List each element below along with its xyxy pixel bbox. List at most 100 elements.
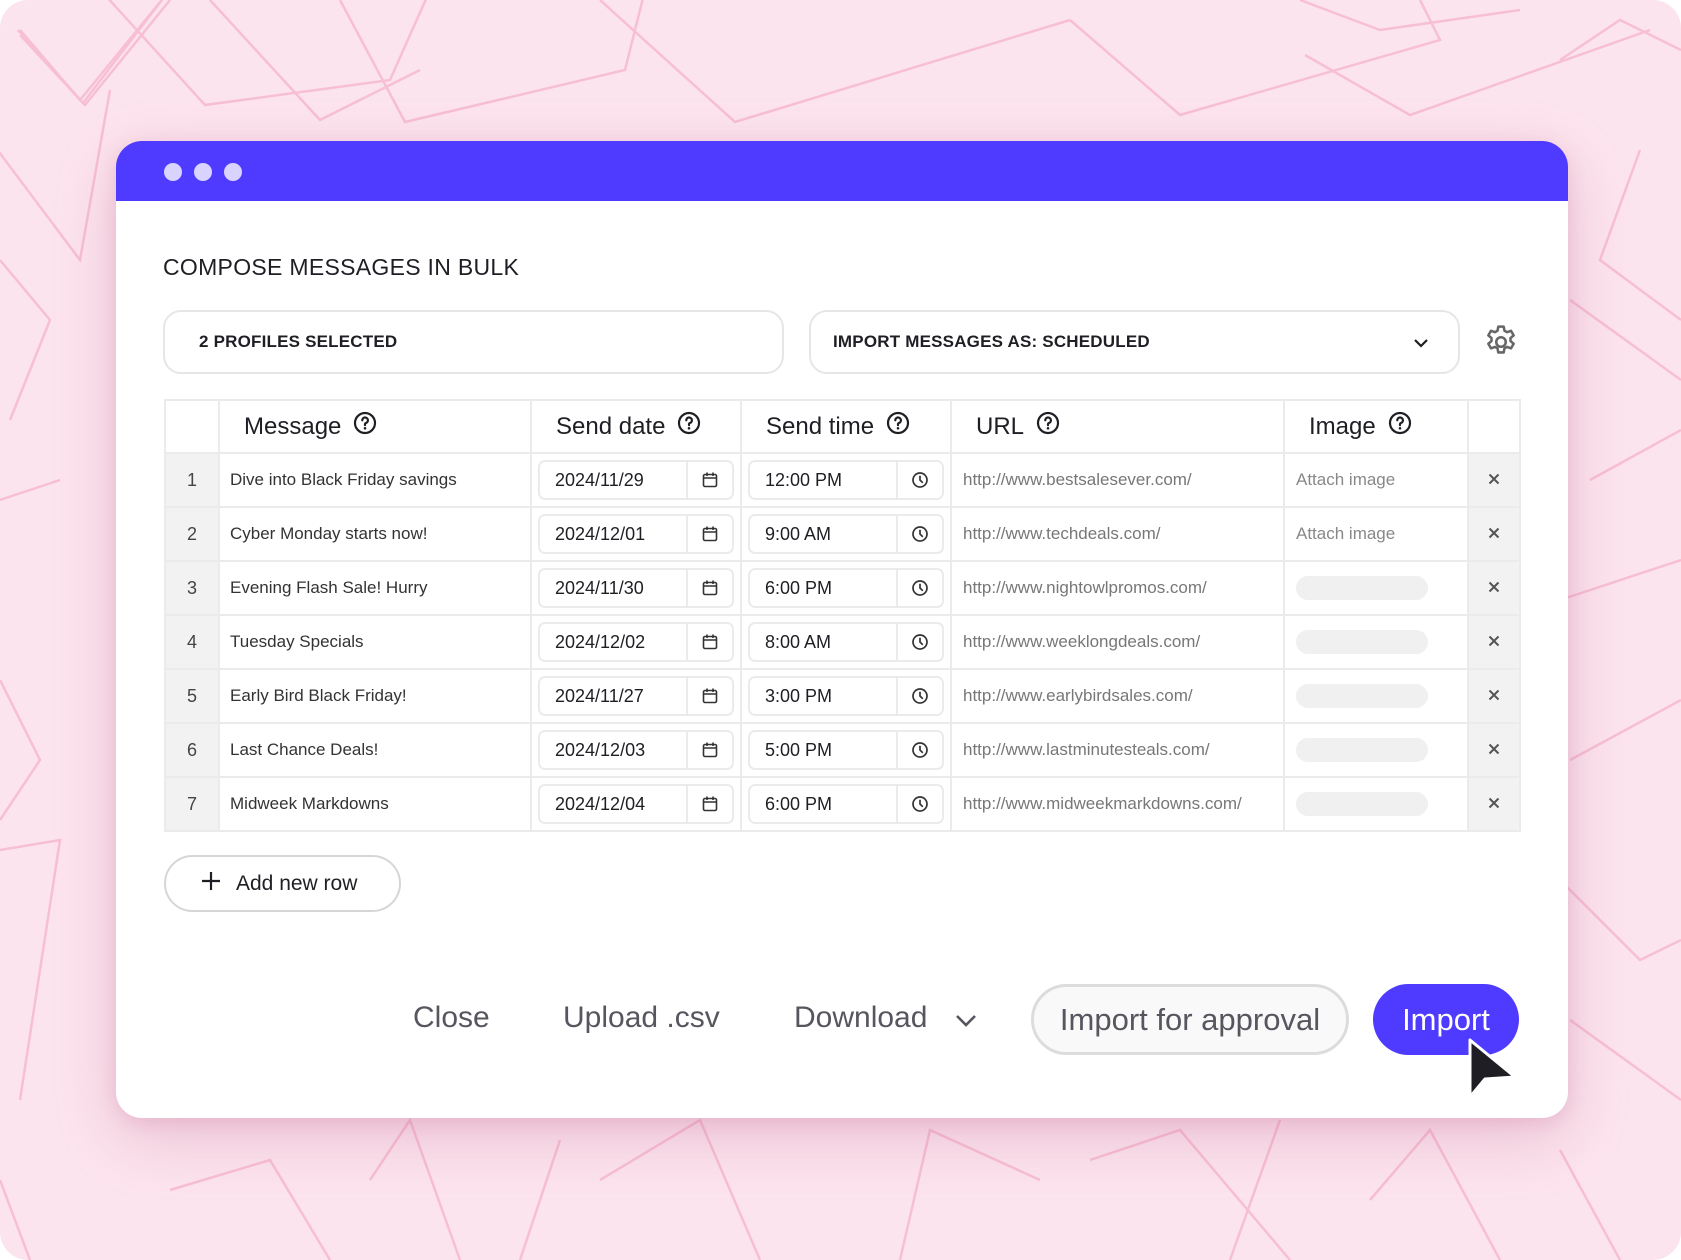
clock-icon[interactable] — [896, 786, 942, 822]
calendar-icon[interactable] — [686, 732, 732, 768]
upload-csv-button[interactable]: Upload .csv — [563, 1001, 720, 1035]
delete-row-button[interactable] — [1467, 452, 1521, 508]
send-time-input[interactable]: 6:00 PM — [748, 568, 944, 608]
help-icon[interactable] — [1036, 411, 1060, 442]
delete-row-button[interactable] — [1467, 506, 1521, 562]
row-number: 5 — [164, 668, 220, 724]
image-cell[interactable]: Attach image — [1283, 452, 1469, 508]
close-button[interactable]: Close — [413, 1001, 490, 1035]
clock-icon[interactable] — [896, 624, 942, 660]
delete-row-button[interactable] — [1467, 668, 1521, 724]
image-cell[interactable]: Attach image — [1283, 506, 1469, 562]
download-button[interactable]: Download — [794, 1001, 927, 1035]
calendar-icon[interactable] — [686, 786, 732, 822]
clock-icon[interactable] — [896, 678, 942, 714]
send-time-value: 9:00 AM — [765, 523, 832, 544]
profiles-selector[interactable]: 2 PROFILES SELECTED — [163, 310, 784, 374]
send-date-input[interactable]: 2024/11/29 — [538, 460, 734, 500]
send-time-input[interactable]: 9:00 AM — [748, 514, 944, 554]
url-cell[interactable]: http://www.nightowlpromos.com/ — [950, 560, 1285, 616]
send-time-input[interactable]: 6:00 PM — [748, 784, 944, 824]
image-cell[interactable] — [1283, 668, 1469, 724]
table-row: 4 Tuesday Specials 2024/12/02 8:00 AM ht… — [164, 614, 1521, 670]
send-date-cell: 2024/11/30 — [530, 560, 742, 616]
help-icon[interactable] — [353, 411, 377, 442]
window-control-dot[interactable] — [224, 163, 242, 181]
delete-row-button[interactable] — [1467, 614, 1521, 670]
attach-image-link[interactable]: Attach image — [1296, 470, 1395, 489]
url-cell[interactable]: http://www.lastminutesteals.com/ — [950, 722, 1285, 778]
close-icon — [1488, 632, 1500, 651]
message-text: Dive into Black Friday savings — [230, 470, 457, 489]
delete-row-button[interactable] — [1467, 560, 1521, 616]
image-cell[interactable] — [1283, 614, 1469, 670]
delete-row-button[interactable] — [1467, 776, 1521, 832]
clock-icon[interactable] — [896, 570, 942, 606]
send-time-input[interactable]: 3:00 PM — [748, 676, 944, 716]
message-cell[interactable]: Cyber Monday starts now! — [218, 506, 532, 562]
row-number-header — [164, 399, 220, 454]
row-number: 3 — [164, 560, 220, 616]
window-control-dot[interactable] — [194, 163, 212, 181]
window-control-dot[interactable] — [164, 163, 182, 181]
send-date-cell: 2024/11/29 — [530, 452, 742, 508]
import-as-label: IMPORT MESSAGES AS: SCHEDULED — [833, 332, 1150, 351]
message-cell[interactable]: Midweek Markdowns — [218, 776, 532, 832]
url-cell[interactable]: http://www.midweekmarkdowns.com/ — [950, 776, 1285, 832]
import-for-approval-button[interactable]: Import for approval — [1031, 984, 1349, 1055]
image-cell[interactable] — [1283, 722, 1469, 778]
message-cell[interactable]: Early Bird Black Friday! — [218, 668, 532, 724]
send-date-input[interactable]: 2024/12/01 — [538, 514, 734, 554]
send-time-cell: 8:00 AM — [740, 614, 952, 670]
url-text: http://www.earlybirdsales.com/ — [963, 686, 1193, 705]
clock-icon[interactable] — [896, 462, 942, 498]
message-cell[interactable]: Dive into Black Friday savings — [218, 452, 532, 508]
add-new-row-button[interactable]: Add new row — [164, 855, 401, 912]
help-icon[interactable] — [677, 411, 701, 442]
image-cell[interactable] — [1283, 776, 1469, 832]
url-cell[interactable]: http://www.bestsalesever.com/ — [950, 452, 1285, 508]
clock-icon[interactable] — [896, 516, 942, 552]
message-cell[interactable]: Tuesday Specials — [218, 614, 532, 670]
calendar-icon[interactable] — [686, 462, 732, 498]
calendar-icon[interactable] — [686, 624, 732, 660]
send-date-input[interactable]: 2024/11/27 — [538, 676, 734, 716]
image-placeholder — [1296, 738, 1428, 762]
message-text: Evening Flash Sale! Hurry — [230, 578, 428, 597]
send-date-value: 2024/12/04 — [555, 793, 646, 814]
delete-row-button[interactable] — [1467, 722, 1521, 778]
calendar-icon[interactable] — [686, 516, 732, 552]
send-time-cell: 6:00 PM — [740, 560, 952, 616]
send-date-input[interactable]: 2024/11/30 — [538, 568, 734, 608]
close-icon — [1488, 578, 1500, 597]
send-date-input[interactable]: 2024/12/03 — [538, 730, 734, 770]
column-header-url: URL — [950, 399, 1285, 454]
image-cell[interactable] — [1283, 560, 1469, 616]
message-cell[interactable]: Last Chance Deals! — [218, 722, 532, 778]
send-date-input[interactable]: 2024/12/04 — [538, 784, 734, 824]
send-date-value: 2024/11/29 — [555, 469, 644, 490]
url-cell[interactable]: http://www.weeklongdeals.com/ — [950, 614, 1285, 670]
send-time-cell: 12:00 PM — [740, 452, 952, 508]
close-icon — [1488, 686, 1500, 705]
help-icon[interactable] — [886, 411, 910, 442]
message-cell[interactable]: Evening Flash Sale! Hurry — [218, 560, 532, 616]
send-time-input[interactable]: 5:00 PM — [748, 730, 944, 770]
clock-icon[interactable] — [896, 732, 942, 768]
messages-table: Message Send date Send time URL Image 1 … — [164, 399, 1521, 832]
calendar-icon[interactable] — [686, 570, 732, 606]
import-as-dropdown[interactable]: IMPORT MESSAGES AS: SCHEDULED — [809, 310, 1460, 374]
help-icon[interactable] — [1388, 411, 1412, 442]
url-cell[interactable]: http://www.techdeals.com/ — [950, 506, 1285, 562]
send-date-value: 2024/12/03 — [555, 739, 646, 760]
send-time-input[interactable]: 12:00 PM — [748, 460, 944, 500]
page-title: COMPOSE MESSAGES IN BULK — [163, 254, 520, 280]
calendar-icon[interactable] — [686, 678, 732, 714]
send-date-input[interactable]: 2024/12/02 — [538, 622, 734, 662]
table-row: 1 Dive into Black Friday savings 2024/11… — [164, 452, 1521, 508]
gear-icon[interactable] — [1482, 323, 1520, 366]
url-cell[interactable]: http://www.earlybirdsales.com/ — [950, 668, 1285, 724]
attach-image-link[interactable]: Attach image — [1296, 524, 1395, 543]
send-time-input[interactable]: 8:00 AM — [748, 622, 944, 662]
chevron-down-icon[interactable] — [954, 1009, 978, 1038]
